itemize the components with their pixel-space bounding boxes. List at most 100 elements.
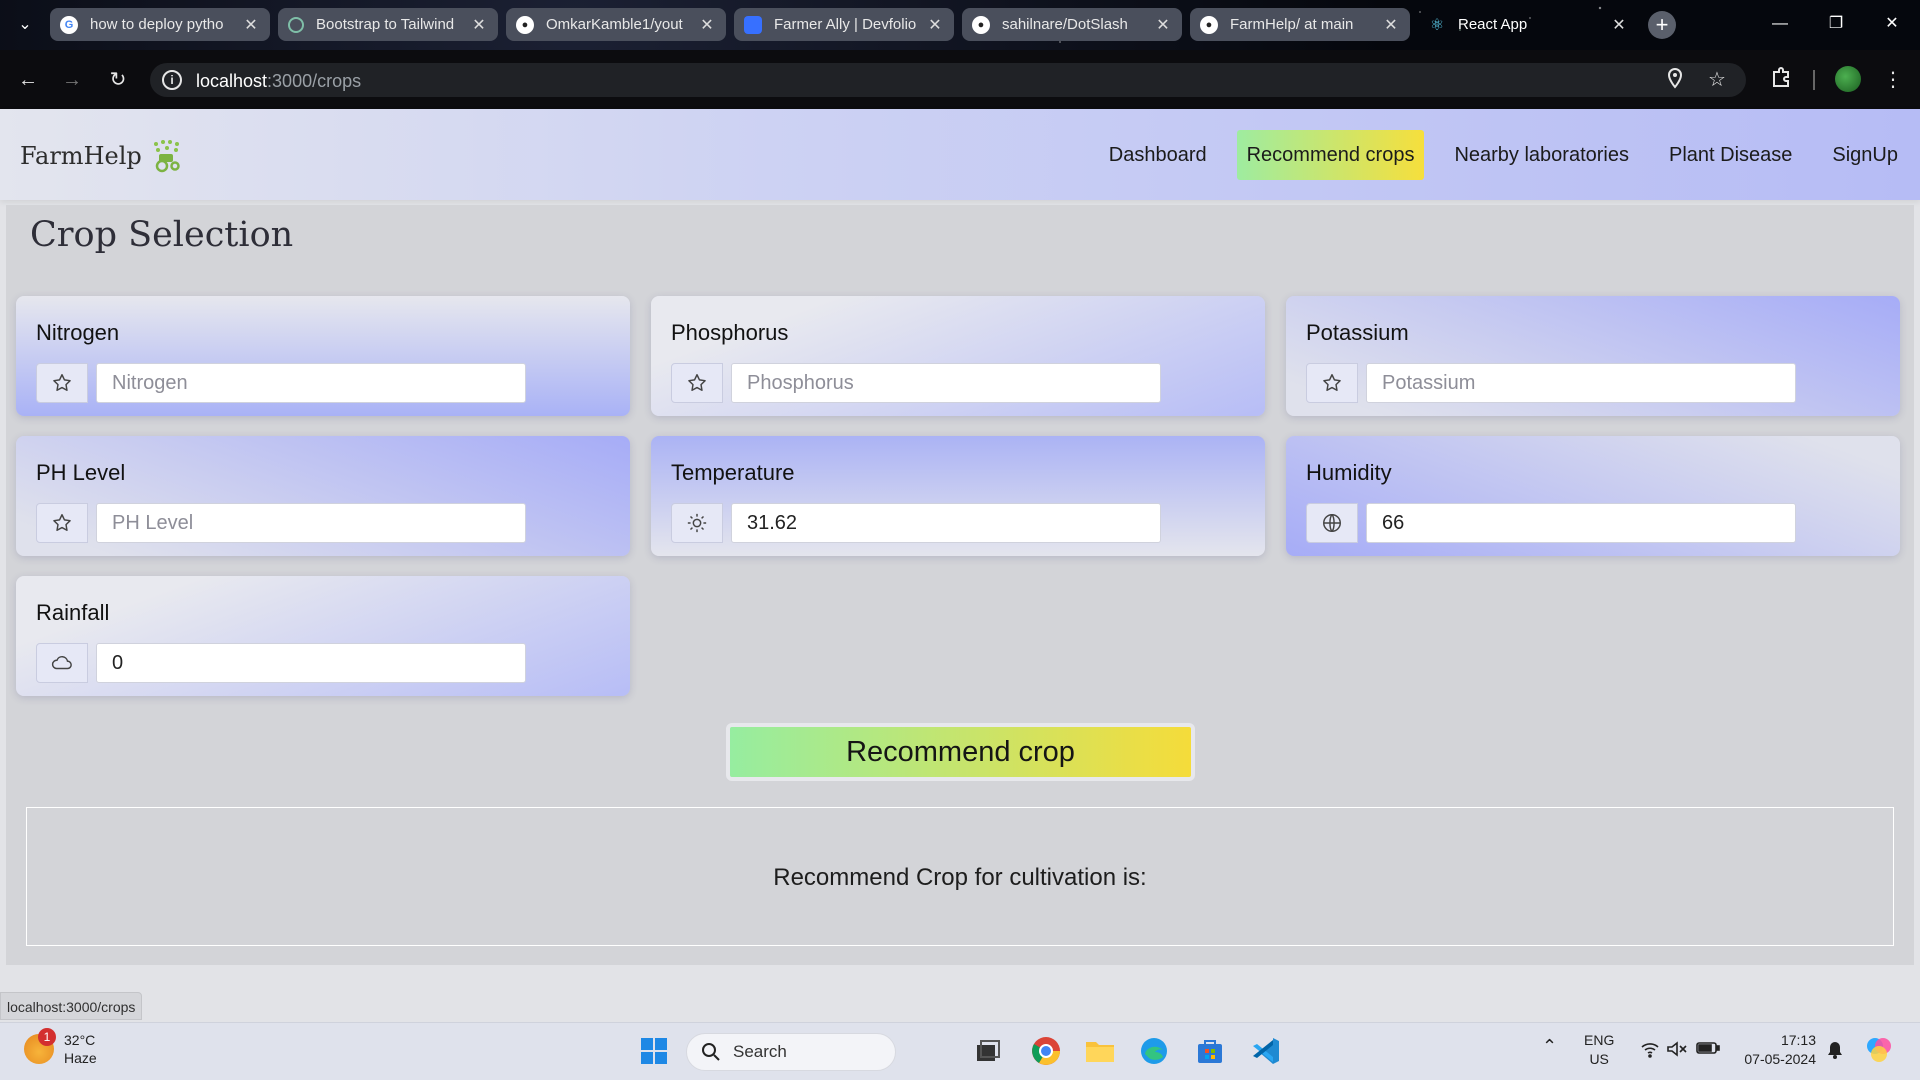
- close-icon[interactable]: ✕: [1154, 15, 1172, 35]
- more-menu-icon[interactable]: ⋮: [1879, 66, 1907, 94]
- potassium-card: Potassium: [1286, 296, 1900, 416]
- battery-icon[interactable]: [1696, 1040, 1720, 1061]
- nav-plant-disease[interactable]: Plant Disease: [1659, 130, 1802, 180]
- windows-start-icon[interactable]: [636, 1033, 672, 1069]
- close-icon[interactable]: ✕: [926, 15, 944, 35]
- field-label: Nitrogen: [36, 320, 120, 345]
- file-explorer-icon[interactable]: [1082, 1033, 1118, 1069]
- brand[interactable]: FarmHelp: [20, 139, 184, 173]
- app-viewport: FarmHelp Dashboard Recommend crops Nearb…: [0, 109, 1920, 1022]
- ph-level-input[interactable]: [96, 503, 526, 543]
- tab-5[interactable]: ● sahilnare/DotSlash ✕: [962, 8, 1182, 41]
- temperature-input[interactable]: [731, 503, 1161, 543]
- temperature-card: Temperature: [651, 436, 1265, 556]
- weather-widget[interactable]: 1 32°C Haze: [24, 1028, 97, 1067]
- tab-1[interactable]: G how to deploy pytho ✕: [50, 8, 270, 41]
- extensions-icon[interactable]: [1767, 66, 1795, 94]
- tab-4[interactable]: Farmer Ally | Devfolio ✕: [734, 8, 954, 41]
- close-icon[interactable]: ✕: [1610, 15, 1628, 35]
- tab-2[interactable]: Bootstrap to Tailwind ✕: [278, 8, 498, 41]
- rainfall-input[interactable]: [96, 643, 526, 683]
- address-bar[interactable]: i localhost:3000/crops ☆: [150, 63, 1746, 97]
- vscode-icon[interactable]: [1248, 1033, 1284, 1069]
- search-icon: [702, 1043, 720, 1061]
- copilot-icon[interactable]: [1864, 1035, 1894, 1070]
- show-hidden-icons-icon[interactable]: ⌃: [1542, 1037, 1557, 1056]
- nav-dashboard[interactable]: Dashboard: [1099, 130, 1217, 180]
- bookmark-star-icon[interactable]: ☆: [1704, 67, 1730, 93]
- tab-3[interactable]: ● OmkarKamble1/yout ✕: [506, 8, 726, 41]
- tab-title: FarmHelp/ at main: [1230, 16, 1354, 33]
- tab-title: Farmer Ally | Devfolio: [774, 16, 917, 33]
- devfolio-icon: [744, 15, 762, 34]
- tab-title: OmkarKamble1/yout: [546, 16, 683, 33]
- restore-button[interactable]: ❐: [1808, 0, 1864, 50]
- notification-bell-icon[interactable]: [1826, 1040, 1844, 1065]
- tab-7-active[interactable]: ⚛ React App ✕: [1418, 8, 1638, 41]
- reload-icon[interactable]: ↻: [104, 66, 132, 94]
- github-icon: ●: [516, 15, 534, 34]
- language-indicator[interactable]: ENG US: [1584, 1031, 1614, 1069]
- result-box: Recommend Crop for cultivation is:: [26, 807, 1894, 946]
- forward-icon[interactable]: →: [58, 66, 86, 94]
- taskbar-search[interactable]: Search: [686, 1033, 896, 1071]
- close-window-button[interactable]: ✕: [1864, 0, 1920, 50]
- toolbar-separator: [1813, 70, 1815, 90]
- github-icon: ●: [972, 15, 990, 34]
- status-bar-url: localhost:3000/crops: [0, 992, 143, 1020]
- nav-signup[interactable]: SignUp: [1822, 130, 1908, 180]
- close-icon[interactable]: ✕: [470, 15, 488, 35]
- tractor-logo-icon: [153, 140, 180, 173]
- phosphorus-card: Phosphorus: [651, 296, 1265, 416]
- close-icon[interactable]: ✕: [1382, 15, 1400, 35]
- address-url[interactable]: localhost:3000/crops: [196, 71, 361, 92]
- react-icon: ⚛: [1429, 16, 1445, 34]
- wifi-icon[interactable]: [1640, 1040, 1660, 1063]
- humidity-input[interactable]: [1366, 503, 1796, 543]
- close-icon[interactable]: ✕: [242, 15, 260, 35]
- chatgpt-icon: [288, 16, 304, 33]
- nav-recommend-crops[interactable]: Recommend crops: [1236, 130, 1425, 180]
- back-icon[interactable]: ←: [14, 66, 42, 94]
- nitrogen-input[interactable]: [96, 363, 526, 403]
- star-icon: [36, 503, 88, 543]
- minimize-button[interactable]: —: [1752, 0, 1808, 50]
- tab-title: sahilnare/DotSlash: [1002, 16, 1128, 33]
- field-label: PH Level: [36, 460, 126, 485]
- tab-search-chevron-icon[interactable]: ⌄: [14, 14, 36, 36]
- task-view-icon[interactable]: [970, 1033, 1006, 1069]
- brand-name: FarmHelp: [20, 142, 142, 170]
- browser-tabstrip: ⌄ G how to deploy pytho ✕ Bootstrap to T…: [0, 0, 1920, 50]
- chrome-icon[interactable]: [1028, 1033, 1064, 1069]
- rainfall-card: Rainfall: [16, 576, 630, 696]
- phosphorus-input[interactable]: [731, 363, 1161, 403]
- tab-title: Bootstrap to Tailwind: [316, 16, 455, 33]
- tab-6[interactable]: ● FarmHelp/ at main ✕: [1190, 8, 1410, 41]
- clock[interactable]: 17:13 07-05-2024: [1738, 1031, 1816, 1069]
- page-title: Crop Selection: [30, 215, 294, 255]
- field-label: Temperature: [671, 460, 795, 485]
- field-label: Rainfall: [36, 600, 110, 625]
- field-label: Potassium: [1306, 320, 1409, 345]
- volume-muted-icon[interactable]: [1666, 1040, 1688, 1063]
- close-icon[interactable]: ✕: [698, 15, 716, 35]
- field-label: Humidity: [1306, 460, 1392, 485]
- nav-nearby-laboratories[interactable]: Nearby laboratories: [1444, 130, 1639, 180]
- microsoft-store-icon[interactable]: [1192, 1033, 1228, 1069]
- edge-icon[interactable]: [1136, 1033, 1172, 1069]
- location-pin-icon[interactable]: [1662, 67, 1688, 93]
- nitrogen-card: Nitrogen: [16, 296, 630, 416]
- sun-icon: [671, 503, 723, 543]
- crop-selection-panel: Crop Selection Nitrogen Phosphorus Potas…: [6, 205, 1914, 965]
- search-label: Search: [733, 1042, 787, 1061]
- site-info-icon[interactable]: i: [162, 70, 182, 90]
- new-tab-button[interactable]: +: [1648, 11, 1676, 39]
- star-icon: [36, 363, 88, 403]
- potassium-input[interactable]: [1366, 363, 1796, 403]
- humidity-card: Humidity: [1286, 436, 1900, 556]
- star-icon: [1306, 363, 1358, 403]
- weather-temp: 32°C: [64, 1032, 96, 1048]
- recommend-crop-button[interactable]: Recommend crop: [726, 723, 1195, 781]
- windows-taskbar: 1 32°C Haze Search ⌃ ENG US 17:13 07-05-…: [0, 1022, 1920, 1080]
- profile-avatar[interactable]: [1835, 66, 1861, 92]
